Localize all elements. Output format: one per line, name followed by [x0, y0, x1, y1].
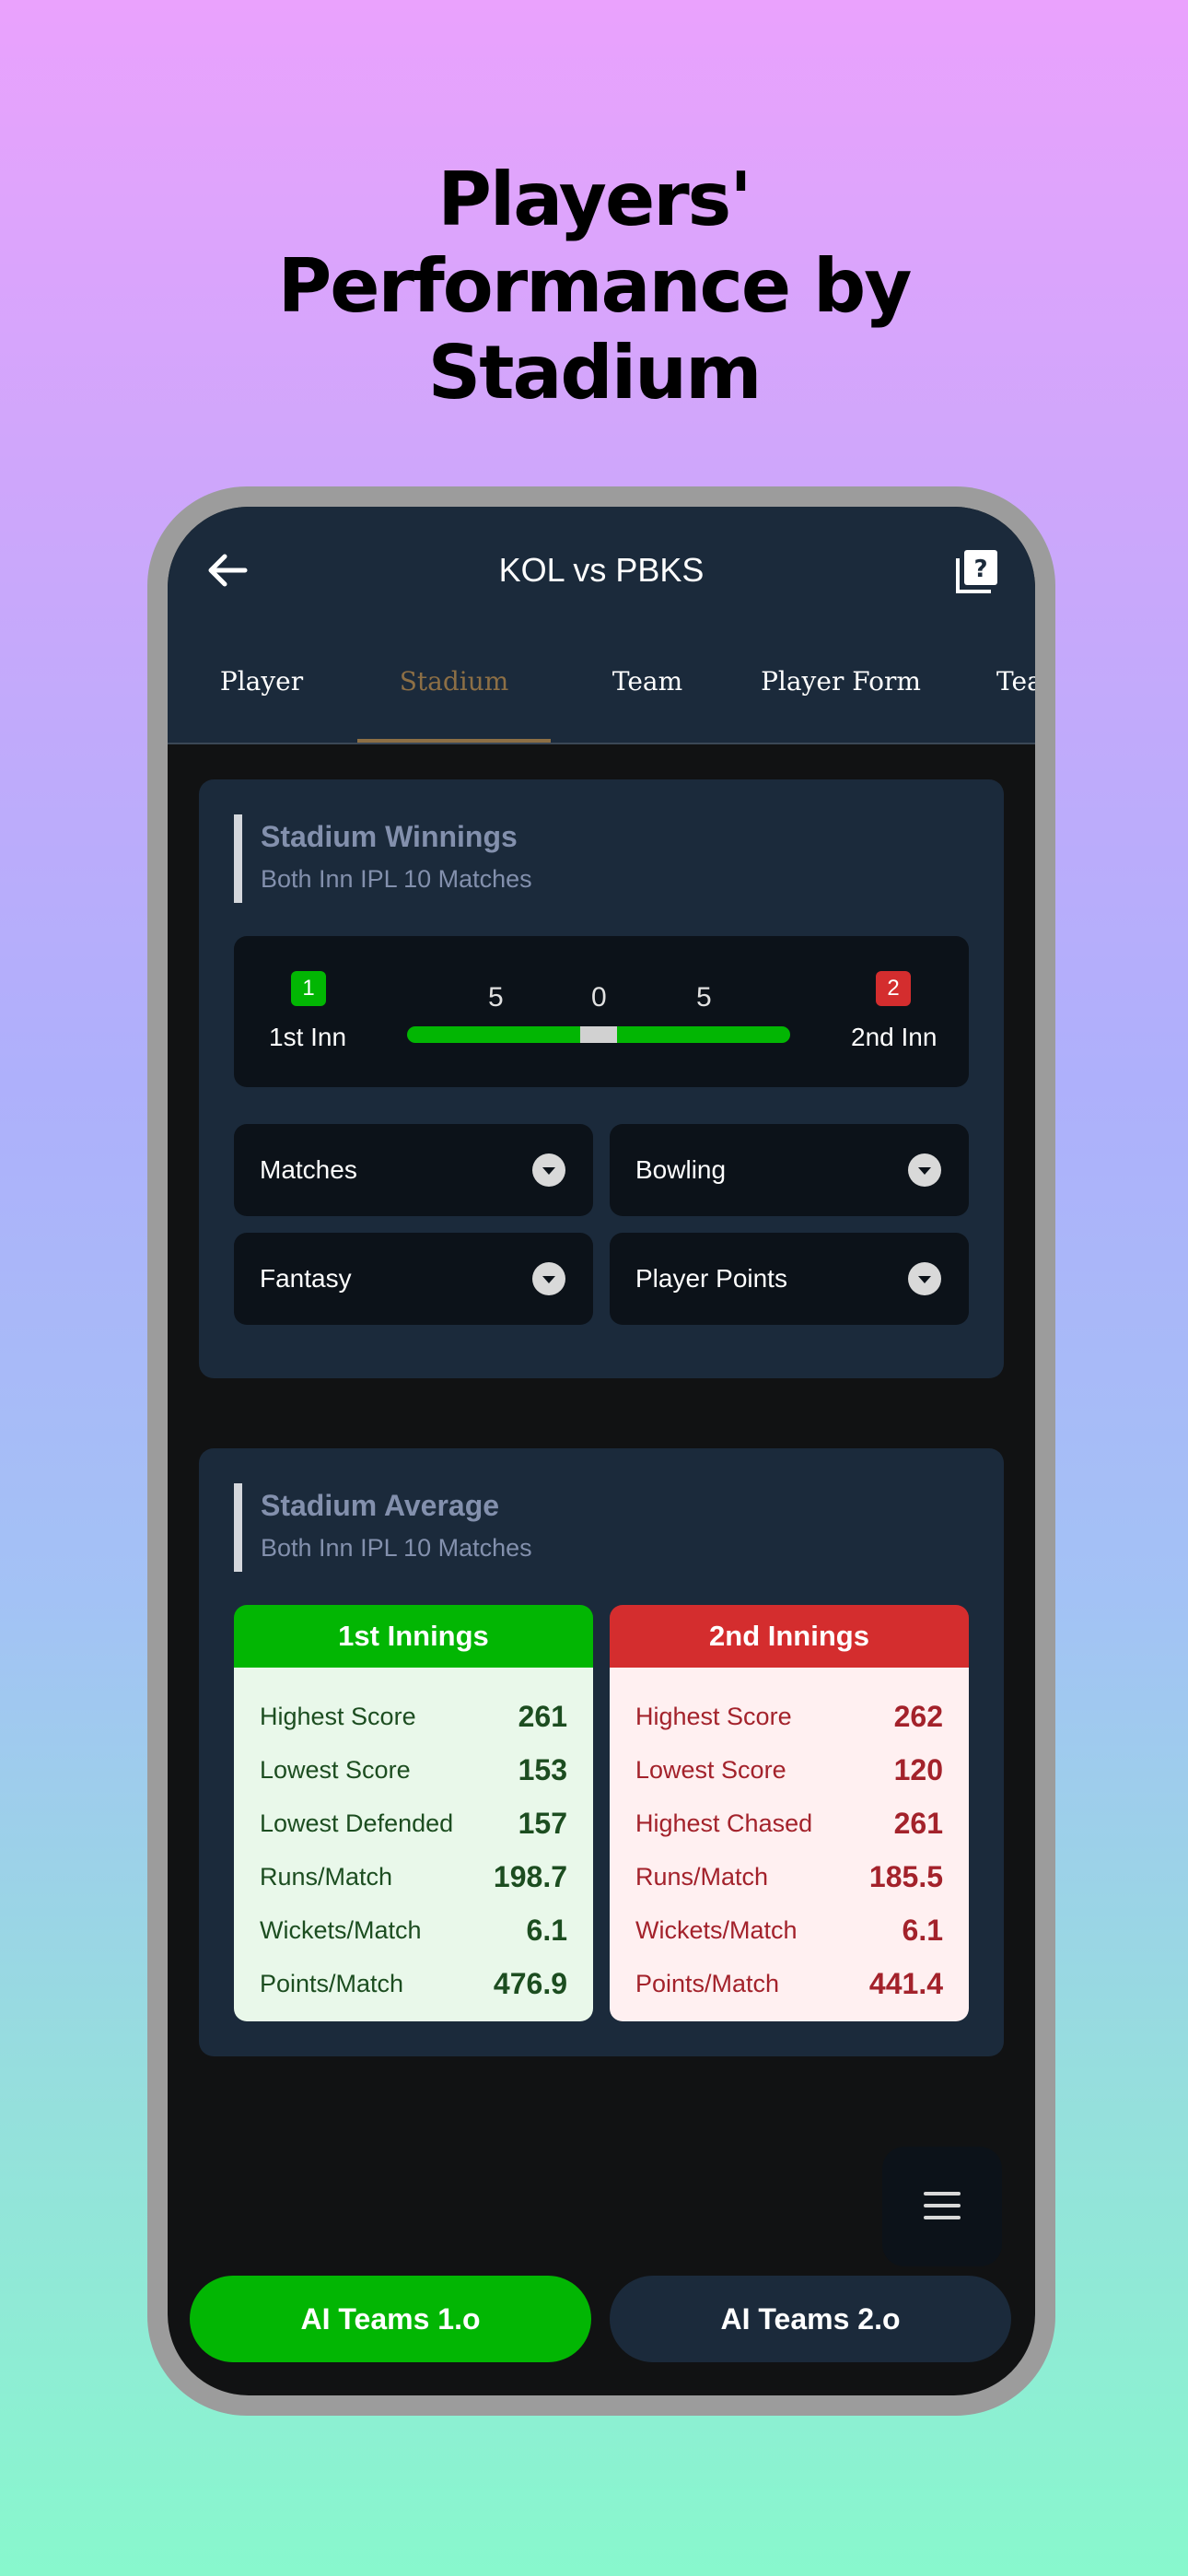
chevron-down-icon [532, 1153, 565, 1187]
ai-teams-2-button[interactable]: AI Teams 2.o [610, 2276, 1011, 2362]
first-innings-panel: 1st Innings Highest Score 261 Lowest Scor… [234, 1605, 593, 2021]
headline-line-3: Stadium [427, 330, 763, 416]
stat-label: Wickets/Match [635, 1915, 798, 1944]
stat-row: Wickets/Match 6.1 [635, 1903, 943, 1957]
stat-row: Runs/Match 185.5 [635, 1850, 943, 1903]
filter-label: Player Points [635, 1264, 787, 1293]
stat-label: Runs/Match [260, 1862, 393, 1891]
first-inn-badge: 1 [291, 971, 326, 1006]
stat-value: 157 [518, 1806, 567, 1840]
headline-line-1: Players' [437, 157, 752, 242]
tab-player[interactable]: Player [168, 645, 355, 743]
stat-row: Highest Chased 261 [635, 1797, 943, 1850]
second-inn-wins: 5 [696, 982, 712, 1013]
stat-label: Highest Score [260, 1702, 416, 1730]
tab-bar: Player Stadium Team Player Form Tea [168, 645, 1035, 743]
draw-segment [580, 1026, 617, 1043]
stat-value: 261 [893, 1806, 943, 1840]
stat-value: 6.1 [526, 1913, 567, 1947]
tab-stadium[interactable]: Stadium [357, 645, 551, 743]
stat-label: Lowest Score [260, 1755, 411, 1784]
second-innings-panel: 2nd Innings Highest Score 262 Lowest Scor… [610, 1605, 969, 2021]
first-innings-header: 1st Innings [234, 1605, 593, 1668]
filter-fantasy[interactable]: Fantasy [234, 1233, 593, 1325]
first-innings-stats: Highest Score 261 Lowest Score 153 Lowest … [234, 1668, 593, 2021]
stat-row: Highest Score 262 [635, 1690, 943, 1743]
app-bar: KOL vs PBKS ? Player Stadium Team Player… [168, 507, 1035, 744]
first-inn-wins: 5 [488, 982, 504, 1013]
second-innings-stats: Highest Score 262 Lowest Score 120 Highest… [610, 1668, 969, 2021]
page-title: KOL vs PBKS [498, 551, 705, 589]
stat-label: Highest Score [635, 1702, 792, 1730]
filter-bowling[interactable]: Bowling [610, 1124, 969, 1216]
chevron-down-icon [532, 1262, 565, 1295]
tab-team-overflow[interactable]: Tea [996, 645, 1035, 743]
stat-row: Highest Score 261 [260, 1690, 567, 1743]
win-split-bar [407, 1026, 790, 1043]
headline: Players' Performance by Stadium [0, 157, 1188, 416]
stat-value: 6.1 [902, 1913, 943, 1947]
stadium-winnings-card: Stadium Winnings Both Inn IPL 10 Matches… [199, 779, 1004, 1378]
second-inn-badge: 2 [876, 971, 911, 1006]
stat-value: 441.4 [868, 1966, 943, 2000]
card-subtitle: Both Inn IPL 10 Matches [261, 1534, 532, 1562]
stat-label: Highest Chased [635, 1809, 813, 1837]
tab-player-form[interactable]: Player Form [744, 645, 938, 743]
filter-label: Fantasy [260, 1264, 352, 1293]
stat-row: Points/Match 441.4 [635, 1957, 943, 2010]
stat-row: Lowest Score 153 [260, 1743, 567, 1797]
stat-value: 261 [518, 1699, 567, 1733]
phone-frame: KOL vs PBKS ? Player Stadium Team Player… [147, 486, 1055, 2416]
first-inn-label: 1st Inn [269, 1023, 347, 1051]
stat-label: Points/Match [635, 1969, 780, 1997]
stat-label: Lowest Defended [260, 1809, 454, 1837]
stat-value: 120 [893, 1752, 943, 1786]
filter-player-points[interactable]: Player Points [610, 1233, 969, 1325]
chevron-down-icon [908, 1153, 941, 1187]
stat-value: 262 [893, 1699, 943, 1733]
draw-count: 0 [591, 982, 607, 1013]
card-subtitle: Both Inn IPL 10 Matches [261, 865, 532, 893]
stat-label: Points/Match [260, 1969, 404, 1997]
stat-value: 476.9 [493, 1966, 567, 2000]
stat-row: Runs/Match 198.7 [260, 1850, 567, 1903]
help-book-icon[interactable]: ? [954, 547, 1000, 595]
tab-team[interactable]: Team [551, 645, 744, 743]
stadium-average-card: Stadium Average Both Inn IPL 10 Matches … [199, 1448, 1004, 2056]
headline-line-2: Performance by [277, 243, 913, 329]
card-header: Stadium Winnings Both Inn IPL 10 Matches [234, 814, 532, 903]
app-screen: KOL vs PBKS ? Player Stadium Team Player… [168, 507, 1035, 2395]
stat-value: 185.5 [868, 1859, 943, 1893]
stat-row: Wickets/Match 6.1 [260, 1903, 567, 1957]
svg-text:?: ? [973, 556, 987, 583]
menu-button[interactable] [882, 2147, 1002, 2266]
filter-matches[interactable]: Matches [234, 1124, 593, 1216]
card-title: Stadium Winnings [261, 820, 518, 853]
stat-row: Lowest Defended 157 [260, 1797, 567, 1850]
second-inn-label: 2nd Inn [851, 1023, 938, 1051]
chevron-down-icon [908, 1262, 941, 1295]
win-split-box: 1 1st Inn 5 0 5 2 2nd Inn [234, 936, 969, 1087]
filter-label: Bowling [635, 1155, 727, 1184]
ai-teams-1-button[interactable]: AI Teams 1.o [190, 2276, 591, 2362]
menu-icon [924, 2192, 961, 2219]
second-innings-header: 2nd Innings [610, 1605, 969, 1668]
stat-value: 198.7 [493, 1859, 567, 1893]
stat-label: Wickets/Match [260, 1915, 422, 1944]
stat-value: 153 [518, 1752, 567, 1786]
filter-label: Matches [260, 1155, 357, 1184]
stat-row: Lowest Score 120 [635, 1743, 943, 1797]
stat-label: Runs/Match [635, 1862, 769, 1891]
card-header: Stadium Average Both Inn IPL 10 Matches [234, 1483, 532, 1572]
stat-row: Points/Match 476.9 [260, 1957, 567, 2010]
stat-label: Lowest Score [635, 1755, 786, 1784]
card-title: Stadium Average [261, 1489, 500, 1522]
